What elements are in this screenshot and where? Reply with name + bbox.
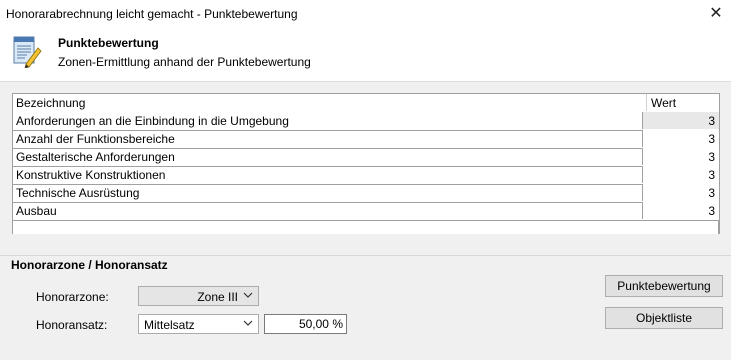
row-name: Gestalterische Anforderungen [16, 150, 175, 164]
punktebewertung-button[interactable]: Punktebewertung [605, 275, 723, 297]
row-value[interactable]: 3 [642, 202, 719, 219]
row-value[interactable]: 3 [642, 166, 719, 183]
section-divider [0, 255, 731, 256]
honorarzone-value: Zone III [197, 290, 238, 304]
window-titlebar: Honorarabrechnung leicht gemacht - Punkt… [0, 0, 731, 28]
table-row[interactable]: Anforderungen an die Einbindung in die U… [13, 112, 719, 131]
window-title: Honorarabrechnung leicht gemacht - Punkt… [6, 7, 298, 21]
document-edit-icon [13, 36, 42, 68]
chevron-down-icon [243, 320, 253, 326]
objektliste-button[interactable]: Objektliste [605, 307, 723, 329]
row-name: Konstruktive Konstruktionen [16, 168, 166, 182]
row-name: Technische Ausrüstung [16, 186, 140, 200]
row-name: Anzahl der Funktionsbereiche [16, 132, 175, 146]
row-value[interactable]: 3 [642, 148, 719, 165]
row-value[interactable]: 3 [642, 130, 719, 147]
honoransatz-percent-input[interactable]: 50,00 % [264, 314, 347, 334]
table-row[interactable]: Konstruktive Konstruktionen 3 [13, 166, 719, 185]
grid-right-border [718, 221, 719, 234]
column-header-bezeichnung[interactable]: Bezeichnung [16, 96, 85, 110]
table-row[interactable]: Anzahl der Funktionsbereiche 3 [13, 130, 719, 149]
header-title: Punktebewertung [58, 36, 159, 50]
table-row[interactable]: Gestalterische Anforderungen 3 [13, 148, 719, 167]
table-row[interactable]: Ausbau 3 [13, 202, 719, 221]
honoransatz-select[interactable]: Mittelsatz [138, 314, 259, 334]
column-header-wert[interactable]: Wert [646, 94, 719, 111]
row-name: Ausbau [16, 204, 57, 218]
honoransatz-value: Mittelsatz [144, 318, 195, 332]
dialog-header: Punktebewertung Zonen-Ermittlung anhand … [0, 28, 731, 82]
honorarzone-label: Honorarzone: [36, 290, 109, 304]
punktebewertung-table[interactable]: Bezeichnung Wert Anforderungen an die Ei… [12, 93, 720, 234]
header-subtitle: Zonen-Ermittlung anhand der Punktebewert… [58, 55, 311, 69]
close-icon[interactable]: ✕ [701, 0, 731, 28]
honoransatz-label: Honoransatz: [36, 318, 108, 332]
row-value[interactable]: 3 [642, 112, 719, 129]
row-value[interactable]: 3 [642, 184, 719, 201]
row-name: Anforderungen an die Einbindung in die U… [16, 114, 289, 128]
chevron-down-icon [243, 292, 253, 298]
section-title: Honorarzone / Honoransatz [11, 258, 168, 272]
table-header: Bezeichnung Wert [13, 94, 719, 111]
table-row[interactable]: Technische Ausrüstung 3 [13, 184, 719, 203]
honorarzone-select[interactable]: Zone III [138, 286, 259, 306]
